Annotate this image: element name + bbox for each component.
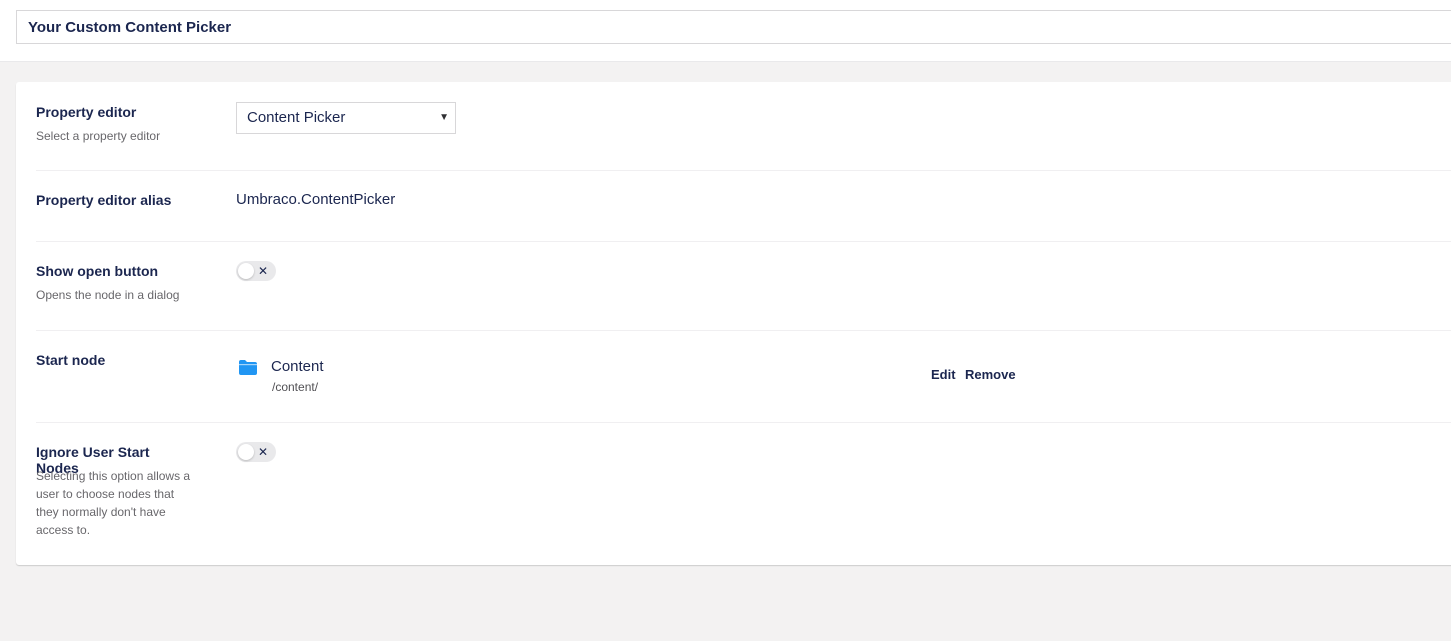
property-editor-alias-value: Umbraco.ContentPicker bbox=[236, 191, 396, 208]
description-line: Selecting this option allows a bbox=[36, 469, 191, 483]
toggle-knob bbox=[238, 444, 254, 460]
property-editor-description: Select a property editor bbox=[36, 129, 161, 143]
header-bar bbox=[0, 0, 1451, 62]
show-open-button-label: Show open button bbox=[36, 263, 159, 279]
ignore-user-start-nodes-description: Selecting this option allows a user to c… bbox=[36, 467, 196, 539]
property-editor-row: Property editor Select a property editor… bbox=[36, 82, 1451, 171]
property-editor-selected-value: Content Picker bbox=[247, 109, 346, 126]
property-editor-alias-row: Property editor alias Umbraco.ContentPic… bbox=[36, 170, 1451, 242]
description-line: access to. bbox=[36, 523, 91, 537]
property-editor-label: Property editor bbox=[36, 104, 137, 120]
start-node-label: Start node bbox=[36, 352, 106, 368]
ignore-user-start-nodes-row: Ignore User Start Nodes Selecting this o… bbox=[36, 422, 1451, 565]
edit-start-node-button[interactable]: Edit bbox=[931, 367, 956, 382]
caret-down-icon: ▼ bbox=[439, 112, 449, 123]
start-node-path: /content/ bbox=[272, 380, 319, 394]
start-node-row: Start node Content /content/ Edit Remove bbox=[36, 330, 1451, 423]
description-line: they normally don't have bbox=[36, 505, 166, 519]
close-icon: ✕ bbox=[257, 445, 268, 459]
close-icon: ✕ bbox=[257, 264, 268, 278]
show-open-button-row: Show open button Opens the node in a dia… bbox=[36, 241, 1451, 331]
show-open-button-description: Opens the node in a dialog bbox=[36, 288, 180, 302]
show-open-button-toggle[interactable]: ✕ bbox=[236, 261, 276, 281]
start-node-name: Content bbox=[271, 358, 324, 375]
ignore-user-start-nodes-toggle[interactable]: ✕ bbox=[236, 442, 276, 462]
folder-icon bbox=[239, 360, 257, 375]
description-line: user to choose nodes that bbox=[36, 487, 175, 501]
document-type-name-input[interactable] bbox=[16, 10, 1451, 44]
toggle-knob bbox=[238, 263, 254, 279]
property-editor-alias-label: Property editor alias bbox=[36, 192, 172, 208]
settings-panel: Property editor Select a property editor… bbox=[16, 82, 1451, 565]
remove-start-node-button[interactable]: Remove bbox=[965, 367, 1016, 382]
property-editor-select[interactable]: Content Picker ▼ bbox=[236, 102, 456, 134]
